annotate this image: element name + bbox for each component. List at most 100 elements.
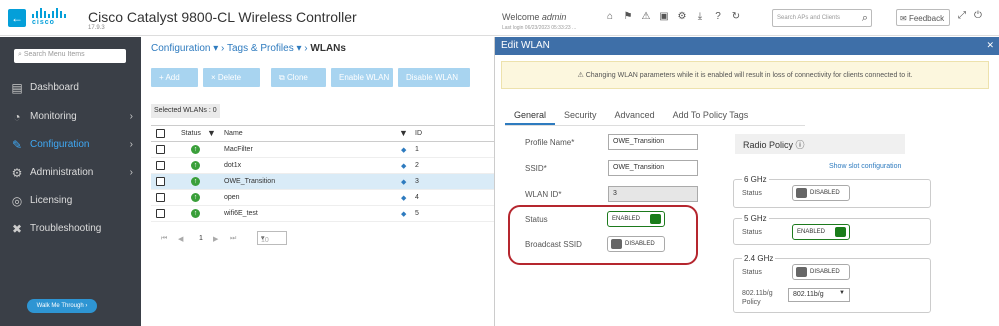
page-number[interactable]: 1 (199, 235, 203, 242)
band-6ghz: 6 GHz Status DISABLED (733, 175, 931, 208)
tag-icon: ◆ (401, 179, 407, 186)
ssid-input[interactable]: OWE_Transition (608, 160, 698, 176)
tag-icon: ◆ (401, 163, 407, 170)
header-status[interactable]: Status (181, 130, 201, 137)
sidebar-item-monitoring[interactable]: ◔ Monitoring › (0, 106, 141, 130)
row-checkbox[interactable] (156, 145, 165, 154)
gear-icon: ⚙ (11, 166, 23, 180)
tab-general[interactable]: General (505, 107, 556, 125)
back-arrow-icon[interactable]: ← (8, 9, 26, 27)
delete-button[interactable]: × Delete (203, 68, 260, 87)
license-icon: ◎ (11, 194, 23, 208)
dashboard-icon: ▤ (11, 81, 23, 95)
profile-name-input[interactable]: OWE_Transition (608, 134, 698, 150)
show-slot-config-link[interactable]: Show slot configuration (829, 163, 901, 170)
policy-select[interactable]: 802.11b/g ▼ (788, 288, 850, 302)
status-up-icon: ↑ (191, 193, 200, 202)
prev-page-icon[interactable]: ◀ (178, 235, 183, 243)
row-checkbox[interactable] (156, 161, 165, 170)
first-page-icon[interactable]: ⏮ (161, 235, 167, 243)
table-row[interactable]: ↑ wifi6E_test ◆ 5 (151, 206, 496, 222)
edit-tabs: General Security Advanced Add To Policy … (505, 107, 757, 125)
wlan-name[interactable]: MacFilter (224, 146, 253, 153)
top-header: ← cisco Cisco Catalyst 9800-CL Wireless … (0, 0, 999, 36)
tab-advanced[interactable]: Advanced (606, 107, 664, 125)
band-5ghz-toggle[interactable]: ENABLED (792, 224, 850, 240)
row-checkbox[interactable] (156, 177, 165, 186)
wlan-toolbar: + Add × Delete ⧉ Clone Enable WLAN Disab… (151, 68, 470, 87)
help-icon[interactable]: ? (712, 11, 724, 23)
filter-icon[interactable]: ▼ (399, 128, 408, 138)
table-row[interactable]: ↑ OWE_Transition ◆ 3 (151, 174, 496, 190)
tab-add-to-policy-tags[interactable]: Add To Policy Tags (664, 107, 758, 125)
status-toggle[interactable]: ENABLED (607, 211, 665, 227)
wlan-name[interactable]: dot1x (224, 162, 241, 169)
last-login: Last login 06/23/2023 05:33:23 ... (502, 25, 577, 31)
table-row[interactable]: ↑ open ◆ 4 (151, 190, 496, 206)
band-2-4ghz-toggle[interactable]: DISABLED (792, 264, 850, 280)
select-all-checkbox[interactable] (156, 129, 165, 138)
chevron-right-icon: › (129, 167, 133, 178)
sidebar-item-licensing[interactable]: ◎ Licensing (0, 190, 141, 214)
breadcrumb-current: WLANs (310, 43, 346, 54)
disable-wlan-button[interactable]: Disable WLAN (398, 68, 470, 87)
edit-wlan-panel: Edit WLAN ✕ ⚠ Changing WLAN parameters w… (494, 37, 999, 326)
walk-me-through-button[interactable]: Walk Me Through › (27, 299, 97, 313)
filter-icon[interactable]: ▼ (207, 128, 216, 138)
expand-icon[interactable]: ⤢ (958, 10, 966, 21)
menu-search-input[interactable]: ⌕ Search Menu Items (14, 49, 126, 63)
wlan-id: 3 (415, 178, 419, 185)
sidebar: ⌕ Search Menu Items ▤ Dashboard ◔ Monito… (0, 37, 141, 326)
header-id[interactable]: ID (415, 130, 422, 137)
clone-button[interactable]: ⧉ Clone (271, 68, 326, 87)
search-icon: ⌕ (861, 12, 868, 24)
warning-banner: ⚠ Changing WLAN parameters while it is e… (501, 61, 989, 89)
sidebar-item-dashboard[interactable]: ▤ Dashboard (0, 77, 141, 101)
chevron-down-icon: ▼ (839, 290, 845, 296)
row-checkbox[interactable] (156, 193, 165, 202)
wlan-id-input: 3 (608, 186, 698, 202)
table-row[interactable]: ↑ dot1x ◆ 2 (151, 158, 496, 174)
broadcast-ssid-toggle[interactable]: DISABLED (607, 236, 665, 252)
panel-title: Edit WLAN ✕ (495, 37, 999, 55)
tab-security[interactable]: Security (555, 107, 606, 125)
broadcast-ssid-label: Broadcast SSID (525, 240, 582, 249)
breadcrumb-tags-profiles[interactable]: Tags & Profiles (227, 43, 294, 54)
next-page-icon[interactable]: ▶ (213, 235, 218, 243)
wlan-table: Status ▼ Name ▼ ID ↑ MacFilter ◆ 1 ↑ dot… (151, 125, 496, 222)
gear-icon[interactable]: ⚙ (676, 11, 688, 23)
wlan-name[interactable]: open (224, 194, 240, 201)
row-checkbox[interactable] (156, 209, 165, 218)
wrench-icon: ✎ (11, 138, 23, 152)
sidebar-item-troubleshooting[interactable]: ✖ Troubleshooting (0, 218, 141, 242)
wireless-icon[interactable]: ⚑ (622, 11, 634, 23)
wlan-name[interactable]: wifi6E_test (224, 210, 258, 217)
tag-icon: ◆ (401, 195, 407, 202)
download-icon[interactable]: ⤓ (694, 11, 706, 23)
wlan-name[interactable]: OWE_Transition (224, 178, 275, 185)
save-icon[interactable]: ▣ (658, 11, 670, 23)
radio-policy-heading: Radio Policy ⓘ (735, 134, 905, 154)
breadcrumb-configuration[interactable]: Configuration (151, 43, 210, 54)
search-aps-input[interactable]: Search APs and Clients ⌕ (772, 9, 872, 27)
page-size-select[interactable]: 10 ▾ (257, 231, 287, 245)
refresh-icon[interactable]: ↻ (730, 11, 742, 23)
close-icon[interactable]: ✕ (986, 40, 994, 51)
app-title: Cisco Catalyst 9800-CL Wireless Controll… (88, 9, 357, 25)
table-row[interactable]: ↑ MacFilter ◆ 1 (151, 142, 496, 158)
last-page-icon[interactable]: ⏭ (230, 235, 236, 243)
home-icon[interactable]: ⌂ (604, 11, 616, 23)
selected-count: Selected WLANs : 0 (151, 104, 220, 118)
feedback-button[interactable]: ✉ Feedback (896, 9, 950, 26)
add-button[interactable]: + Add (151, 68, 198, 87)
app-version: 17.9.3 (88, 25, 105, 31)
enable-wlan-button[interactable]: Enable WLAN (331, 68, 393, 87)
band-6ghz-toggle[interactable]: DISABLED (792, 185, 850, 201)
monitoring-icon: ◔ (13, 110, 21, 124)
sidebar-item-configuration[interactable]: ✎ Configuration › (0, 134, 141, 158)
policy-label: 802.11b/g Policy (742, 290, 773, 306)
logout-icon[interactable]: ⏻ (974, 10, 982, 21)
sidebar-item-administration[interactable]: ⚙ Administration › (0, 162, 141, 186)
alert-icon[interactable]: ⚠ (640, 11, 652, 23)
header-name[interactable]: Name (224, 130, 243, 137)
